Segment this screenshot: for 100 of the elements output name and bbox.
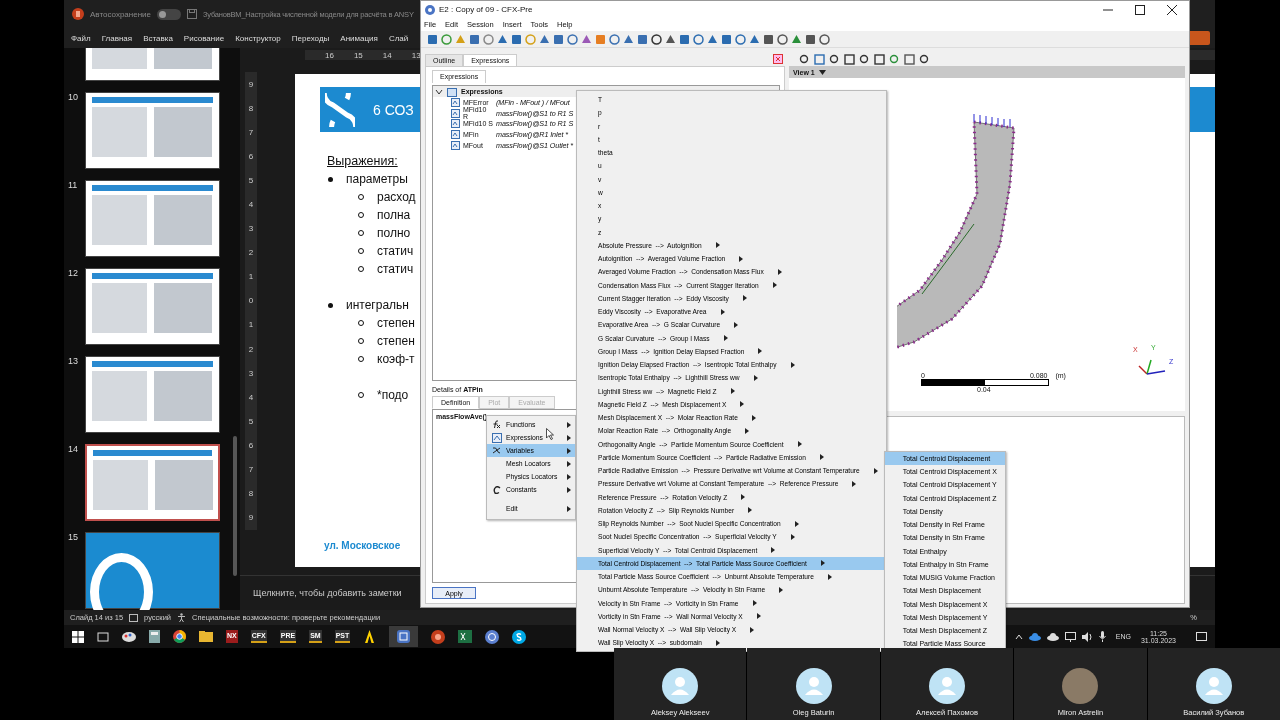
toolbar-icon[interactable]	[427, 33, 438, 45]
folder-icon[interactable]	[199, 631, 213, 642]
toolbar-icon[interactable]	[829, 53, 840, 65]
save-icon[interactable]	[187, 9, 197, 19]
submenu-arrow-icon	[819, 454, 824, 461]
toolbar-icon[interactable]	[874, 53, 885, 65]
toolbar-icon[interactable]	[707, 33, 718, 45]
toolbar-icon[interactable]	[511, 33, 522, 45]
monitor-icon[interactable]	[1064, 631, 1076, 642]
triangle-logo-icon[interactable]	[363, 630, 377, 643]
toolbar-icon[interactable]	[799, 53, 810, 65]
expand-caret-icon[interactable]	[435, 87, 443, 96]
toolbar-icon[interactable]	[859, 53, 870, 65]
spreadsheet-app-icon[interactable]	[458, 630, 473, 643]
autosave-label: Автосохранение	[90, 9, 151, 19]
messenger-app-icon[interactable]	[512, 629, 527, 644]
chevron-up-icon[interactable]	[1014, 633, 1023, 640]
submenu-arrow-icon	[779, 586, 784, 593]
toolbar-icon[interactable]	[665, 33, 676, 45]
maximize-icon[interactable]	[1135, 4, 1145, 15]
toolbar-icon[interactable]	[844, 53, 855, 65]
presentation-app-icon[interactable]	[431, 629, 446, 644]
toolbar-icon[interactable]	[805, 33, 816, 45]
microphone-icon[interactable]	[1098, 631, 1106, 642]
ribbon-tab[interactable]: Слай	[388, 33, 409, 43]
expression-icon	[451, 108, 460, 118]
folder-icon	[447, 86, 457, 97]
submenu-arrow-icon	[716, 639, 720, 646]
bullet-text: коэф-т	[377, 352, 415, 366]
ribbon-tab[interactable]: Конструктор	[235, 33, 281, 43]
slide-number: 14	[68, 444, 79, 456]
slide-thumbnail[interactable]	[85, 444, 220, 521]
window-title: E2 : Copy of 09 - CFX-Pre	[439, 5, 533, 14]
toolbar-icon[interactable]	[679, 33, 690, 45]
submenu-arrow-icon	[873, 467, 878, 474]
bullet-text: полна	[377, 208, 411, 222]
slide-number: 10	[68, 92, 79, 104]
slide-footer: ул. Московское	[320, 540, 401, 551]
ribbon-tab[interactable]: Анимация	[340, 33, 378, 43]
bullet-text: полно	[377, 226, 411, 240]
windows-logo-icon[interactable]	[72, 630, 84, 643]
constant-icon	[492, 485, 501, 494]
cloud-icon[interactable]	[1028, 632, 1041, 641]
task-view-icon[interactable]	[97, 630, 109, 643]
toolbar-icon[interactable]	[651, 33, 662, 45]
speaker-icon[interactable]	[1081, 631, 1093, 642]
slide-thumbnail[interactable]	[85, 356, 220, 433]
submenu-arrow-icon	[753, 374, 758, 381]
vertical-ruler: 9 8 7 6 5 4 3 2 1 0 1 2 3 4 5 6 7 8 9	[245, 72, 257, 530]
slide-thumbnail[interactable]	[85, 180, 220, 257]
cloud-icon[interactable]	[1046, 632, 1059, 641]
expression-icon	[451, 140, 460, 150]
expression-icon	[451, 119, 460, 129]
ribbon-tab[interactable]: Файл	[71, 33, 91, 43]
variable-icon	[492, 446, 501, 455]
ribbon-tab[interactable]: Рисование	[183, 33, 225, 43]
submenu-arrow-icon	[715, 242, 720, 249]
close-icon[interactable]	[1167, 4, 1177, 15]
slide-number: 12	[68, 268, 79, 280]
submenu-arrow-icon	[739, 255, 744, 262]
bullet-text: статич	[377, 262, 414, 276]
toolbar-icon[interactable]	[763, 33, 774, 45]
globe-app-icon[interactable]	[485, 629, 500, 644]
bullet-text: расход	[377, 190, 416, 204]
toolbar-icon[interactable]	[735, 33, 746, 45]
notes-placeholder[interactable]: Щелкните, чтобы добавить заметки	[253, 588, 402, 598]
submenu-arrow-icon	[567, 505, 571, 512]
autosave-toggle[interactable]	[157, 8, 181, 20]
toolbar-icon[interactable]	[721, 33, 732, 45]
bullet-text: параметры	[346, 172, 408, 186]
ribbon-tab[interactable]: Вставка	[143, 33, 173, 43]
slide-number: 11	[68, 180, 79, 192]
toolbar-icon[interactable]	[919, 53, 930, 65]
slide-thumbnail[interactable]	[85, 268, 220, 345]
bullet-text: статич	[377, 244, 414, 258]
slide-number: 15	[68, 532, 79, 544]
taskbar-active-app[interactable]	[389, 626, 419, 647]
slide-thumbnail[interactable]	[85, 532, 220, 609]
bullet-text: степен	[377, 316, 415, 330]
paint-icon[interactable]	[122, 630, 136, 643]
submenu-arrow-icon	[790, 361, 795, 368]
browser-icon[interactable]	[173, 630, 186, 643]
ribbon-tab[interactable]: Переходы	[291, 33, 330, 43]
expression-icon	[491, 432, 502, 443]
ribbon-button[interactable]	[1188, 31, 1210, 45]
toolbar-icon[interactable]	[904, 53, 915, 65]
slide-title: 6 СОЗ	[373, 101, 414, 118]
toolbar-icon[interactable]	[749, 33, 760, 45]
toolbar-icon[interactable]	[693, 33, 704, 45]
toolbar-icon[interactable]	[777, 33, 788, 45]
toolbar-icon[interactable]	[819, 33, 830, 45]
toolbar-icon[interactable]	[497, 33, 508, 45]
submenu-arrow-icon	[852, 480, 857, 487]
accessibility-icon[interactable]	[177, 613, 186, 622]
expression-icon	[451, 130, 460, 140]
submenu-arrow-icon	[720, 308, 725, 315]
submenu-arrow-icon	[742, 295, 747, 302]
slide-thumbnail[interactable]	[85, 92, 220, 169]
submenu-arrow-icon	[797, 441, 802, 448]
ribbon-tab[interactable]: Главная	[101, 33, 133, 43]
